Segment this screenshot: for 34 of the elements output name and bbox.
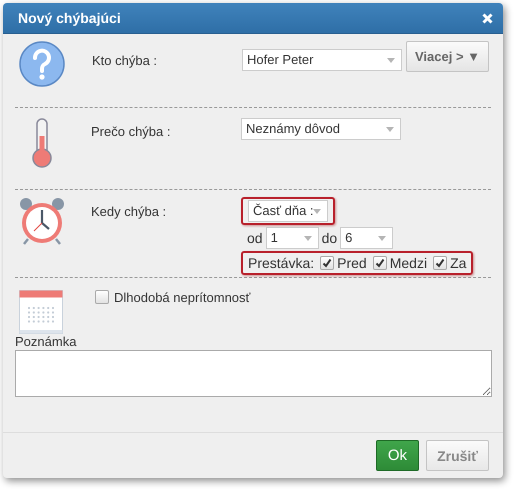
question-icon [19,41,65,87]
alarm-clock-icon [18,197,66,245]
checkbox-label: Medzi [390,255,428,271]
select-field[interactable]: Neznámy dôvod [241,118,401,140]
field-label: Poznámka [15,334,78,349]
select-field[interactable]: 1 [266,227,319,249]
field-label: od [247,230,263,246]
field-label: Prečo chýba : [91,123,172,141]
field-label: Prestávka: [248,255,314,271]
field-label: do [322,230,338,246]
field-label: Kto chýba : [92,52,158,70]
field-label: Kedy chýba : [91,203,168,221]
caret-icon [387,58,395,62]
thermometer-icon [31,118,53,168]
checkbox[interactable] [95,290,109,304]
more-button[interactable]: Viacej > ▼ [406,41,490,72]
checkbox[interactable] [372,256,387,270]
select-field[interactable]: Časť dňa : [248,200,328,222]
note-field[interactable] [15,350,492,397]
caret-icon [313,209,321,214]
checkbox[interactable] [433,256,448,270]
caret-icon [304,236,312,241]
close-icon[interactable] [482,12,493,24]
dialog-title: Nový chýbajúci [18,10,121,26]
checkbox-label: Pred [337,255,367,271]
checkbox-label: Dlhodobá neprítomnosť [114,290,250,305]
caret-icon [386,127,394,132]
checkbox[interactable] [320,256,334,270]
select-field[interactable]: Hofer Peter [242,48,402,70]
ok-button[interactable]: Ok [376,440,420,471]
checkbox-label: Za [450,255,466,271]
calendar-icon [19,290,63,334]
select-field[interactable]: 6 [340,227,394,249]
caret-icon [378,236,386,241]
